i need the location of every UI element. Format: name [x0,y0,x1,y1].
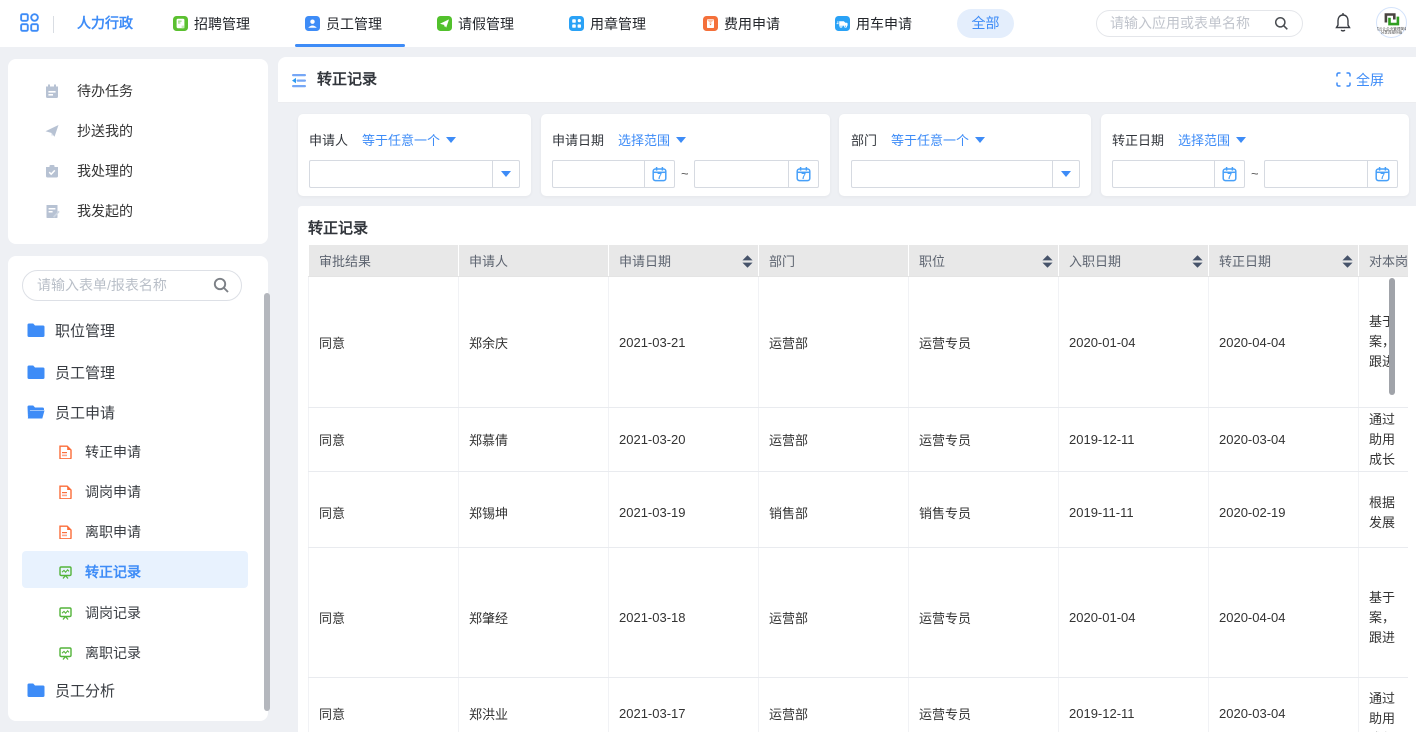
svg-text:7: 7 [1227,171,1232,181]
svg-text:7: 7 [801,171,806,181]
svg-text:7: 7 [1380,171,1385,181]
svg-text:分享连接科技: 分享连接科技 [1381,29,1403,34]
svg-text:7: 7 [657,171,662,181]
